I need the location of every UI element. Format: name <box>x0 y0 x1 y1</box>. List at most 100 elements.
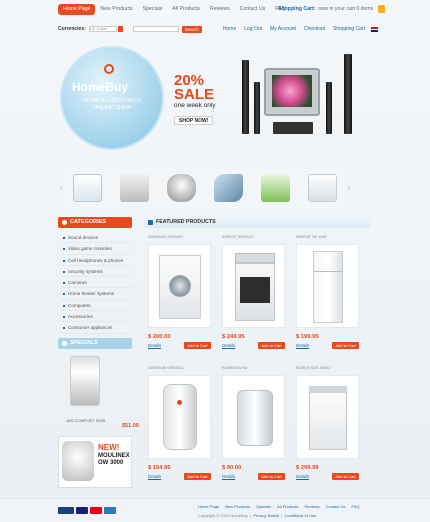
category-item[interactable]: Home theater systems <box>62 288 132 300</box>
add-to-cart-button[interactable]: Add to Cart <box>258 473 285 480</box>
nav-item-contact[interactable]: Contact Us <box>235 4 271 15</box>
special-product-image[interactable] <box>70 356 100 406</box>
category-item[interactable]: Sound devices <box>62 232 132 244</box>
footer-link[interactable]: Specials <box>256 504 271 509</box>
sewing-machine-icon <box>73 174 102 202</box>
nav-item-specials[interactable]: Specials <box>138 4 168 15</box>
category-item[interactable]: Accessories <box>62 311 132 323</box>
category-item[interactable]: Security systems <box>62 266 132 278</box>
specials-header: SPECIALS <box>58 338 132 349</box>
add-to-cart-button[interactable]: Add to Cart <box>258 342 285 349</box>
product-name[interactable]: INDESIT KN3G217 <box>222 235 255 239</box>
logo-mark-icon <box>104 64 114 74</box>
juicer-icon <box>261 174 290 202</box>
nav-item-new-products[interactable]: New Products <box>95 4 137 15</box>
privacy-link[interactable]: Privacy Notice <box>253 513 279 518</box>
new-product-name: MOULINEX OW 3000 <box>98 453 130 467</box>
shop-now-button[interactable]: SHOP NOW! <box>174 116 214 125</box>
carousel-item[interactable] <box>253 168 298 208</box>
top-nav: Home Page New Products Specials All Prod… <box>58 4 291 15</box>
mastercard-icon <box>90 507 102 514</box>
carousel-prev-icon[interactable]: ‹ <box>58 185 64 192</box>
carousel-next-icon[interactable]: › <box>346 185 352 192</box>
currency-select[interactable]: US Dollar <box>88 26 117 32</box>
footer-link[interactable]: Home Page <box>198 504 219 509</box>
carousel-item[interactable] <box>159 168 204 208</box>
footer-link[interactable]: Reviews <box>305 504 320 509</box>
product-image[interactable] <box>296 244 359 328</box>
sale-headline: 20% SALE <box>174 73 214 102</box>
footer-link[interactable]: Contact Us <box>326 504 346 509</box>
scale-icon <box>308 174 337 202</box>
account-links: Home Log Out My Account Checkout Shoppin… <box>223 26 365 32</box>
product-price: $ 90.00 <box>222 465 242 471</box>
category-item[interactable]: Video game consoles <box>62 243 132 255</box>
category-item[interactable]: Cameras <box>62 277 132 289</box>
sale-subtitle: one week only <box>174 102 216 109</box>
footer-link[interactable]: All Products <box>277 504 298 509</box>
nav-item-reviews[interactable]: Reviews <box>205 4 235 15</box>
conditions-link[interactable]: Conditions of Use <box>284 513 316 518</box>
carousel-item[interactable] <box>112 168 157 208</box>
copyright: Copyright © 2010 HomeBuy | Privacy Notic… <box>198 513 316 518</box>
product-name[interactable]: BOSCH SGS 46E12 <box>296 366 331 370</box>
product-card: ROWENTA HU $ 90.00 Details Add to Cart <box>218 366 290 492</box>
add-to-cart-button[interactable]: Add to Cart <box>184 473 211 480</box>
product-name[interactable]: ROWENTA HU <box>222 366 247 370</box>
details-link[interactable]: Details <box>296 343 309 348</box>
carousel-item[interactable] <box>300 168 345 208</box>
link-my-account[interactable]: My Account <box>270 26 296 32</box>
details-link[interactable]: Details <box>148 474 161 479</box>
details-link[interactable]: Details <box>222 343 235 348</box>
add-to-cart-button[interactable]: Add to Cart <box>332 342 359 349</box>
link-checkout[interactable]: Checkout <box>304 26 325 32</box>
language-flag-icon[interactable] <box>371 26 378 32</box>
special-product-name[interactable]: JAN COMFORT 500R <box>66 418 105 423</box>
tower-speaker-left-2 <box>254 82 260 134</box>
footer: Home Page New Products Specials All Prod… <box>0 498 430 522</box>
product-image[interactable] <box>148 375 211 459</box>
category-list: Sound devices Video game consoles Cell h… <box>62 232 132 334</box>
cart-summary[interactable]: Shopping Cart: now in your cart 0 items <box>278 5 386 13</box>
details-link[interactable]: Details <box>296 474 309 479</box>
search-button[interactable]: Search <box>181 25 202 33</box>
category-item[interactable]: Computers <box>62 300 132 312</box>
product-image[interactable] <box>222 375 285 459</box>
currency-go-button[interactable] <box>117 26 123 32</box>
product-image[interactable] <box>148 244 211 328</box>
product-name[interactable]: GORENJE GBF8012 <box>148 366 184 370</box>
paypal-icon <box>58 507 74 514</box>
search-input[interactable] <box>132 26 179 32</box>
category-item[interactable]: Consumer appliances <box>62 322 132 334</box>
add-to-cart-button[interactable]: Add to Cart <box>184 342 211 349</box>
footer-link[interactable]: New Products <box>225 504 250 509</box>
product-name[interactable]: INDESIT SE 1045 <box>296 235 327 239</box>
footer-links: Home Page New Products Specials All Prod… <box>198 504 359 509</box>
special-product-price: $51.00 <box>122 423 139 429</box>
tower-speaker-right <box>326 82 332 134</box>
link-shopping-cart[interactable]: Shopping Cart <box>333 26 365 32</box>
details-link[interactable]: Details <box>222 474 235 479</box>
page: Home Page New Products Specials All Prod… <box>0 0 430 522</box>
category-item[interactable]: Cell headphones & phones <box>62 255 132 266</box>
nav-item-all-products[interactable]: All Products <box>167 4 205 15</box>
carousel-item[interactable] <box>65 168 110 208</box>
product-name[interactable]: SAMSUNG WF0400 <box>148 235 183 239</box>
nav-item-home[interactable]: Home Page <box>58 4 96 15</box>
payment-icons <box>58 507 116 514</box>
link-log-out[interactable]: Log Out <box>244 26 262 32</box>
new-product-name-line-2: OW 3000 <box>98 460 124 466</box>
brand-name: HomeBuy <box>72 80 129 94</box>
details-link[interactable]: Details <box>148 343 161 348</box>
promo-banner[interactable]: HomeBuy HOME ELECTRONICS ONLINE SHOP 20%… <box>58 38 372 156</box>
product-price: $ 199.95 <box>296 334 319 340</box>
product-image[interactable] <box>296 375 359 459</box>
subwoofer-image <box>273 122 313 134</box>
add-to-cart-button[interactable]: Add to Cart <box>332 473 359 480</box>
footer-link[interactable]: FAQ <box>351 504 359 509</box>
categories-header: CATEGORIES <box>58 217 132 228</box>
carousel-item[interactable] <box>206 168 251 208</box>
heater-indicator <box>177 400 182 405</box>
link-home[interactable]: Home <box>223 26 236 32</box>
product-image[interactable] <box>222 244 285 328</box>
